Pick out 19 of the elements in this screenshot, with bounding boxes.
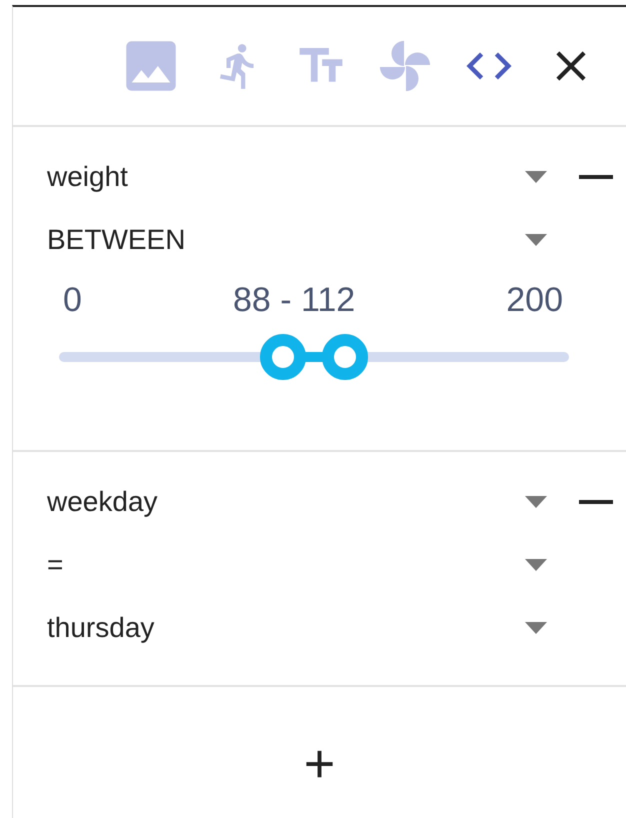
slider-range-reading: 88 - 112 (232, 281, 356, 320)
dropdown-select[interactable]: weight (47, 160, 547, 192)
add-filter-button[interactable]: + (300, 737, 340, 791)
slider-thumb[interactable] (322, 334, 368, 380)
remove-filter-button[interactable] (579, 174, 613, 178)
dropdown-caret-icon (525, 170, 547, 182)
dropdown-select[interactable]: thursday (47, 612, 547, 644)
slider-min-label: 0 (63, 281, 82, 320)
dropdown-caret-icon (525, 234, 547, 246)
slider-thumb[interactable] (260, 334, 306, 380)
dropdown-select[interactable]: weekday (47, 486, 547, 518)
remove-filter-button[interactable] (579, 500, 613, 504)
dropdown-caret-icon (525, 622, 547, 634)
dropdown-caret-icon (525, 496, 547, 508)
dropdown-select[interactable]: BETWEEN (47, 224, 547, 256)
dropdown-select[interactable]: = (47, 548, 547, 580)
pinwheel-icon[interactable] (378, 39, 432, 93)
dropdown-caret-icon (525, 558, 547, 570)
slider-max-label: 200 (506, 281, 563, 320)
